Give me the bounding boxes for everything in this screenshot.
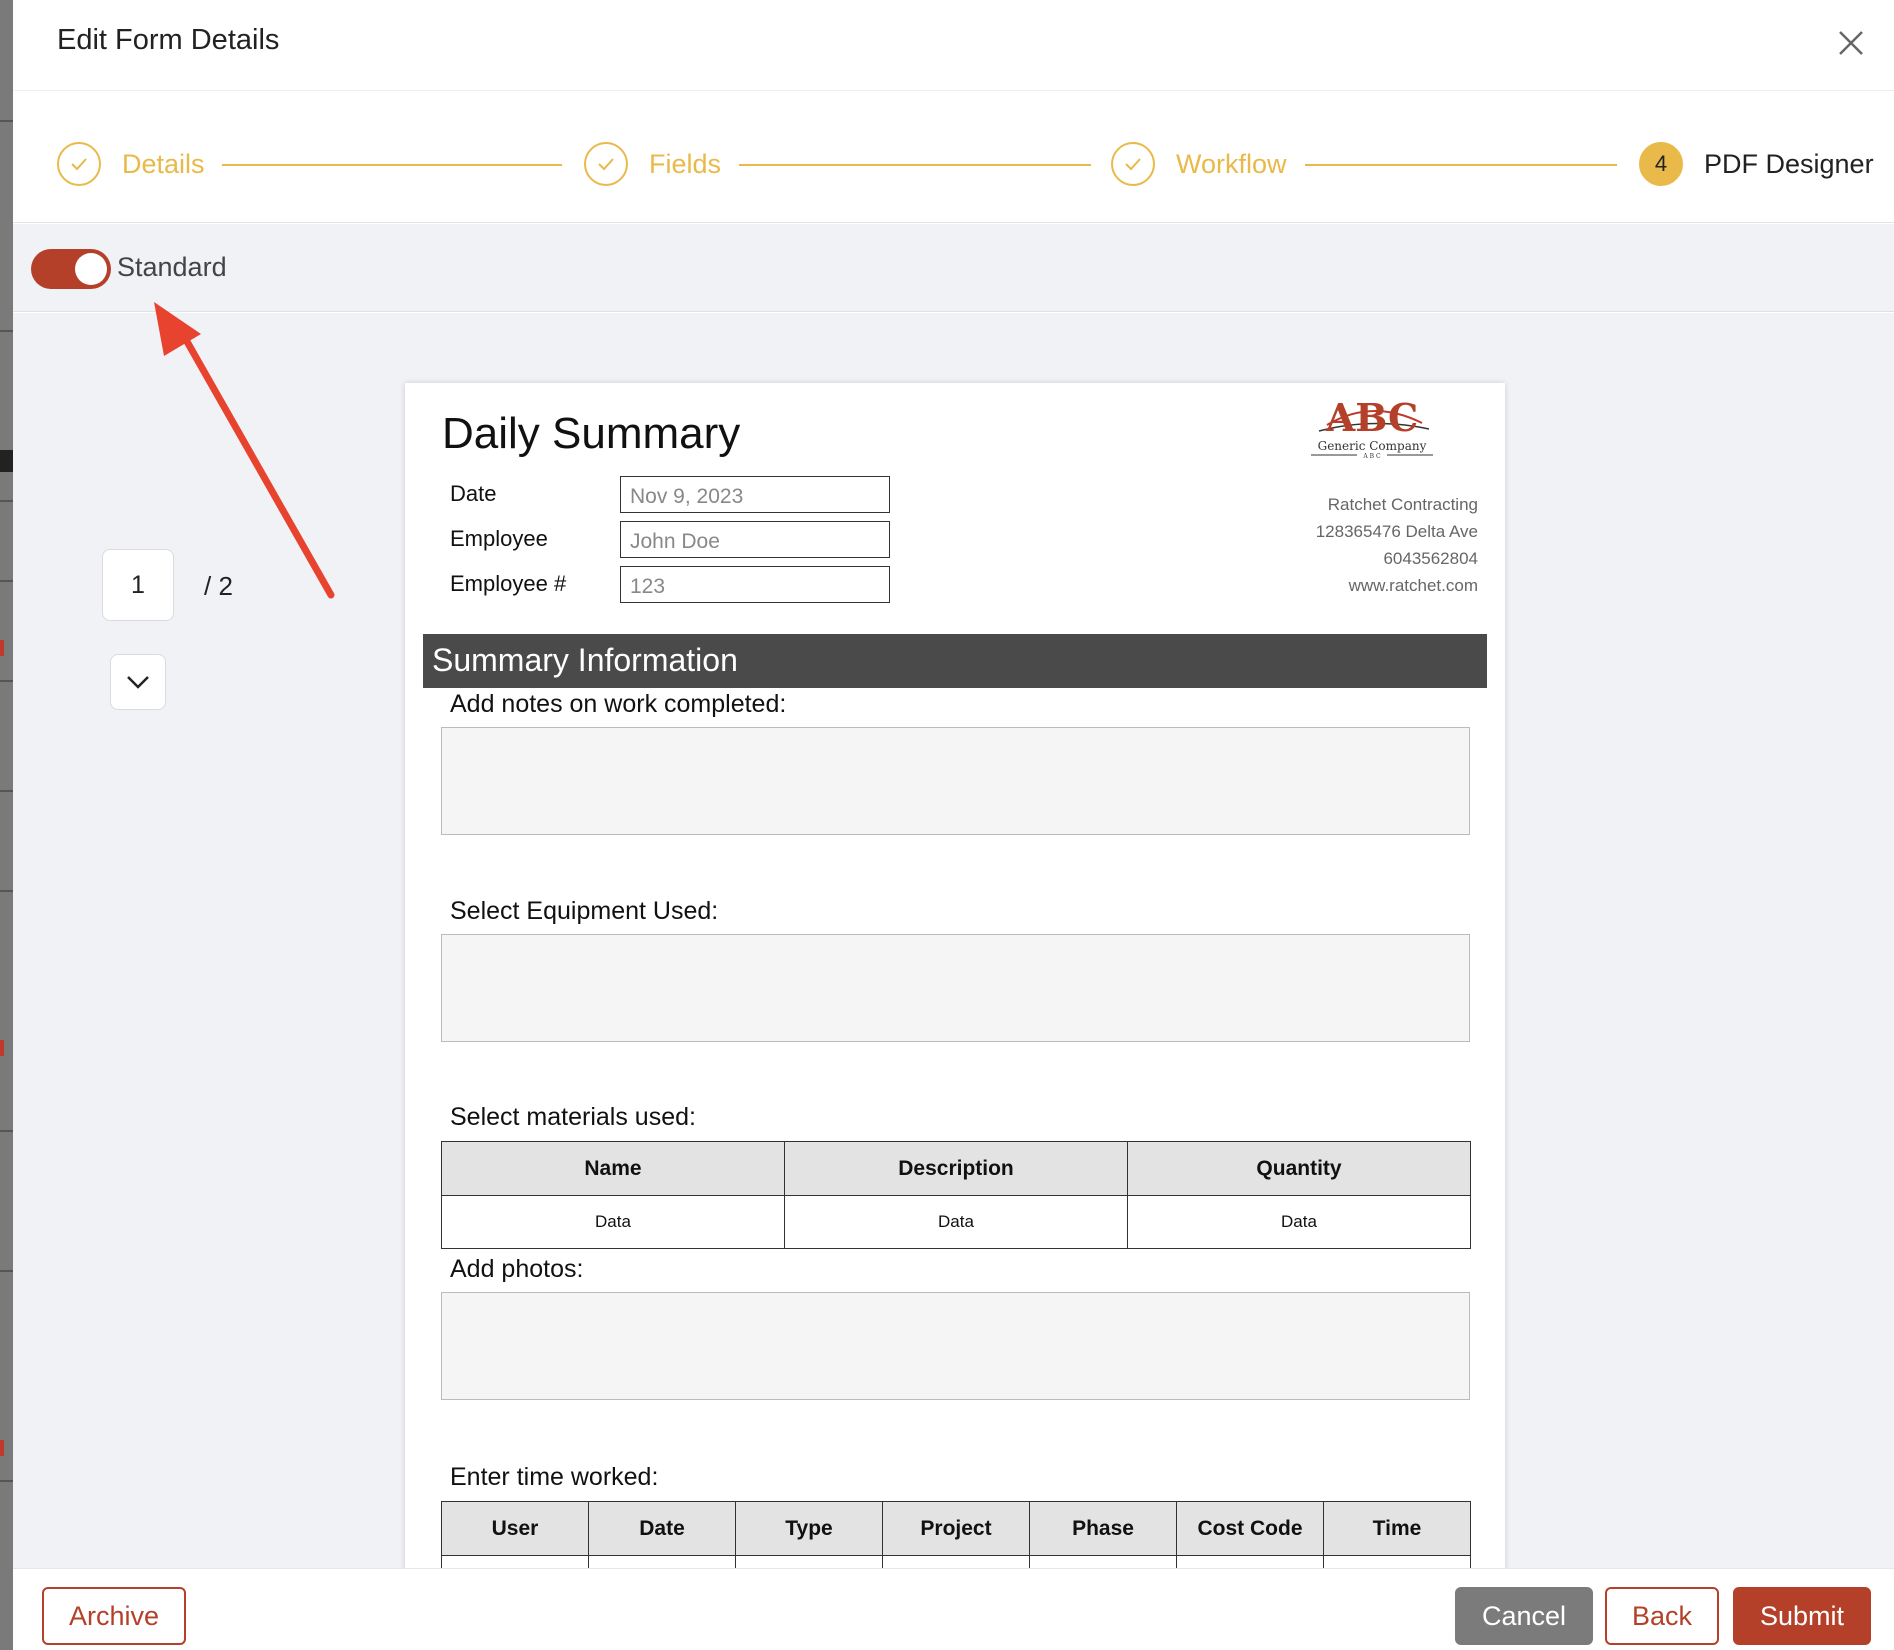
table-header: Quantity xyxy=(1127,1141,1471,1196)
step-label: Details xyxy=(122,148,205,179)
table-cell: Data xyxy=(1127,1195,1471,1249)
next-page-button[interactable] xyxy=(110,654,166,710)
field-label: Date xyxy=(450,481,497,506)
step-workflow[interactable]: Workflow xyxy=(1111,142,1287,186)
company-info: Ratchet Contracting 128365476 Delta Ave … xyxy=(1316,491,1478,599)
table-cell xyxy=(1323,1555,1471,1568)
table-header: Time xyxy=(1323,1501,1471,1556)
modal-title: Edit Form Details xyxy=(57,24,280,56)
table-cell xyxy=(882,1555,1030,1568)
page-total: / 2 xyxy=(204,571,233,601)
company-website: www.ratchet.com xyxy=(1348,576,1478,595)
logo-small: A B C xyxy=(1362,453,1381,460)
table-header: Name xyxy=(441,1141,785,1196)
step-connector xyxy=(1305,164,1617,166)
toggle-label: Standard xyxy=(117,252,227,282)
step-label: PDF Designer xyxy=(1704,148,1874,179)
table-header: Date xyxy=(588,1501,736,1556)
time-label: Enter time worked: xyxy=(450,1463,659,1491)
table-cell xyxy=(441,1555,589,1568)
logo-subtext: Generic Company xyxy=(1318,439,1427,453)
check-icon xyxy=(57,142,101,186)
modal-header: Edit Form Details xyxy=(13,0,1894,91)
table-row xyxy=(441,1555,1471,1568)
modal-footer: Archive Cancel Back Submit xyxy=(13,1568,1894,1650)
cancel-button[interactable]: Cancel xyxy=(1455,1587,1593,1645)
standard-toggle[interactable] xyxy=(31,249,111,289)
edit-form-modal: Edit Form Details Details Fields Workflo… xyxy=(13,0,1894,1650)
notes-label: Add notes on work completed: xyxy=(450,690,787,718)
table-header: Type xyxy=(735,1501,883,1556)
step-fields[interactable]: Fields xyxy=(584,142,721,186)
document-title: Daily Summary xyxy=(442,409,741,458)
table-cell: Data xyxy=(441,1195,785,1249)
employee-field-row: Employee John Doe xyxy=(450,520,890,558)
employee-field[interactable]: John Doe xyxy=(620,520,890,558)
date-field[interactable]: Nov 9, 2023 xyxy=(620,475,890,513)
photos-area[interactable] xyxy=(441,1292,1470,1400)
chevron-down-icon xyxy=(127,676,149,689)
table-cell xyxy=(1176,1555,1324,1568)
table-header: Cost Code xyxy=(1176,1501,1324,1556)
background-app-edge xyxy=(0,0,13,1650)
table-row: Data Data Data xyxy=(441,1195,1471,1249)
employee-number-field[interactable]: 123 xyxy=(620,565,890,603)
pdf-preview-page: Daily Summary Date Nov 9, 2023 Employee … xyxy=(405,383,1505,1568)
table-cell xyxy=(588,1555,736,1568)
step-label: Fields xyxy=(649,148,722,179)
time-table: User Date Type Project Phase Cost Code T… xyxy=(441,1501,1471,1568)
materials-table: Name Description Quantity Data Data Data xyxy=(441,1141,1471,1249)
company-address: 128365476 Delta Ave xyxy=(1315,522,1478,541)
back-button[interactable]: Back xyxy=(1605,1587,1719,1645)
close-button[interactable] xyxy=(1834,26,1868,60)
table-cell xyxy=(1029,1555,1177,1568)
equipment-label: Select Equipment Used: xyxy=(450,897,719,925)
step-details[interactable]: Details xyxy=(57,142,205,186)
field-label: Employee # xyxy=(450,571,567,596)
table-header: Project xyxy=(882,1501,1030,1556)
step-connector xyxy=(222,164,562,166)
step-connector xyxy=(739,164,1091,166)
photos-label: Add photos: xyxy=(450,1255,584,1283)
company-name: Ratchet Contracting xyxy=(1327,495,1478,514)
page-number-input[interactable]: 1 xyxy=(102,549,174,621)
equipment-area[interactable] xyxy=(441,934,1470,1042)
company-phone: 6043562804 xyxy=(1383,549,1478,568)
check-icon xyxy=(584,142,628,186)
table-header: User xyxy=(441,1501,589,1556)
table-cell xyxy=(735,1555,883,1568)
table-header: Description xyxy=(784,1141,1128,1196)
table-header: Phase xyxy=(1029,1501,1177,1556)
materials-label: Select materials used: xyxy=(450,1103,696,1131)
section-header: Summary Information xyxy=(423,634,1487,688)
step-number: 4 xyxy=(1639,142,1683,186)
check-icon xyxy=(1111,142,1155,186)
step-pdf-designer[interactable]: 4 PDF Designer xyxy=(1639,142,1874,186)
notes-area[interactable] xyxy=(441,727,1470,835)
step-label: Workflow xyxy=(1176,148,1287,179)
close-icon xyxy=(1839,31,1863,55)
designer-canvas: 1 / 2 Daily Summary Date Nov 9, 2023 Emp… xyxy=(13,313,1894,1568)
company-logo: ABC Generic Company A B C xyxy=(1297,393,1447,461)
wizard-stepper: Details Fields Workflow 4 PDF Designer xyxy=(13,92,1894,223)
employee-number-field-row: Employee # 123 xyxy=(450,565,890,603)
field-label: Employee xyxy=(450,526,548,551)
toggle-knob xyxy=(75,253,107,285)
submit-button[interactable]: Submit xyxy=(1733,1587,1871,1645)
table-cell: Data xyxy=(784,1195,1128,1249)
archive-button[interactable]: Archive xyxy=(42,1587,186,1645)
logo-text: ABC xyxy=(1325,395,1419,440)
designer-toolbar: Standard xyxy=(13,224,1894,312)
date-field-row: Date Nov 9, 2023 xyxy=(450,475,890,513)
